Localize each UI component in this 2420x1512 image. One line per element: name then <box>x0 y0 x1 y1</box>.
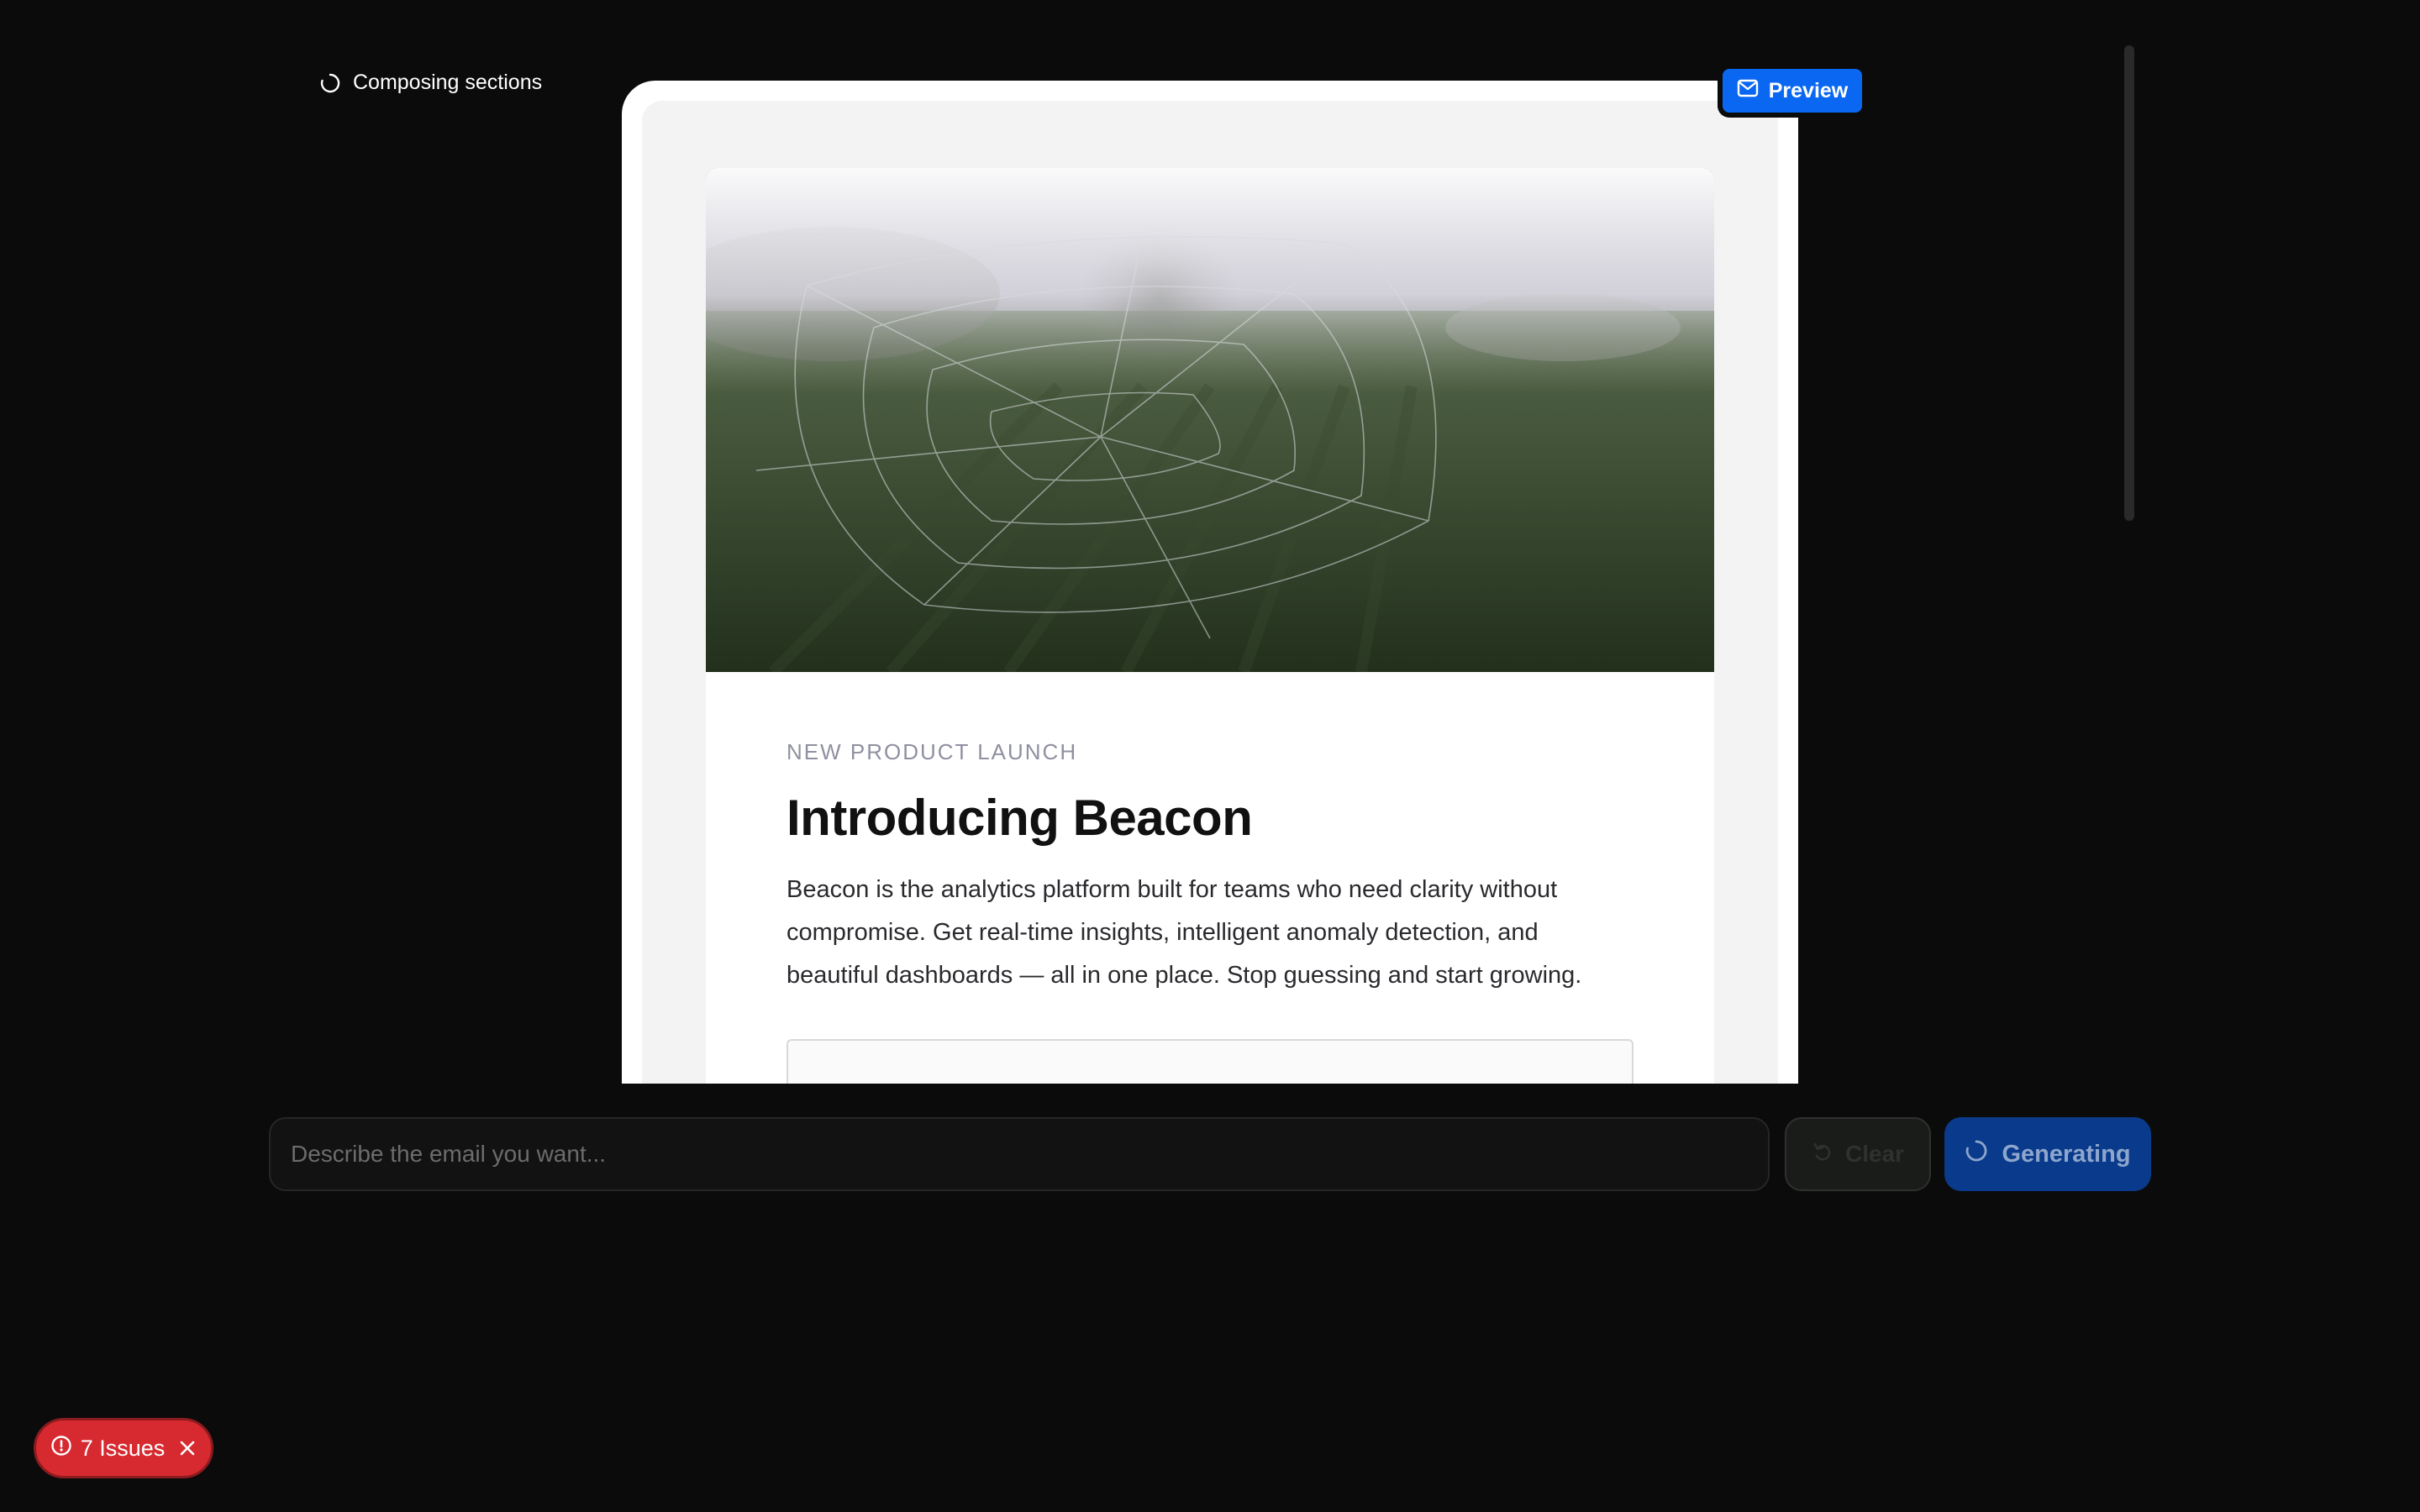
email-card: NEW PRODUCT LAUNCH Introducing Beacon Be… <box>706 168 1714 1084</box>
hero-image <box>706 168 1714 672</box>
clear-label: Clear <box>1844 1141 1905 1167</box>
alert-circle-icon <box>50 1435 72 1462</box>
undo-icon <box>1812 1141 1833 1168</box>
preview-button[interactable]: Preview <box>1719 66 1865 116</box>
email-preview-frame: NEW PRODUCT LAUNCH Introducing Beacon Be… <box>622 81 1798 1084</box>
email-headline: Introducing Beacon <box>786 790 1253 846</box>
email-feature-box <box>786 1039 1634 1084</box>
status-indicator: Composing sections <box>319 71 542 95</box>
preview-label: Preview <box>1768 78 1849 102</box>
close-icon[interactable] <box>178 1439 197 1457</box>
mail-icon <box>1737 79 1759 103</box>
issues-label: 7 Issues <box>80 1435 166 1461</box>
spinner-icon <box>1965 1139 1988 1169</box>
status-label: Composing sections <box>353 71 543 94</box>
email-body-text: Beacon is the analytics platform built f… <box>786 876 1582 989</box>
spinner-icon <box>319 72 341 94</box>
email-prompt-input[interactable] <box>269 1117 1770 1191</box>
clear-button[interactable]: Clear <box>1785 1117 1931 1191</box>
generate-label: Generating <box>2002 1140 2131 1168</box>
email-eyebrow: NEW PRODUCT LAUNCH <box>786 739 1078 764</box>
email-canvas: NEW PRODUCT LAUNCH Introducing Beacon Be… <box>642 101 1778 1084</box>
issues-badge[interactable]: 7 Issues <box>34 1418 213 1478</box>
generate-button[interactable]: Generating <box>1944 1117 2151 1191</box>
scrollbar-thumb[interactable] <box>2124 45 2134 521</box>
email-content: NEW PRODUCT LAUNCH Introducing Beacon Be… <box>706 672 1714 1084</box>
